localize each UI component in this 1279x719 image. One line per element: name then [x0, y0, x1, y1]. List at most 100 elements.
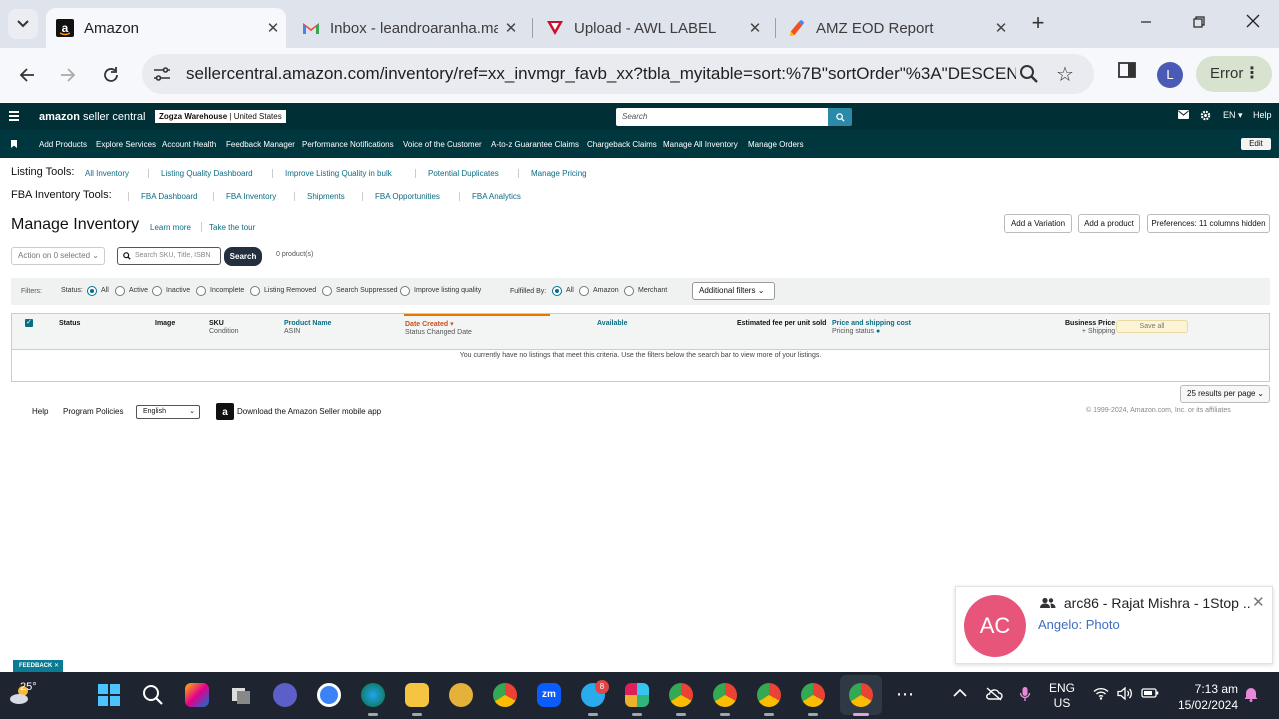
chrome-error-menu[interactable]: Error ⋮ — [1196, 56, 1272, 92]
close-window-button[interactable] — [1239, 10, 1267, 38]
link-listing-quality-dashboard[interactable]: Listing Quality Dashboard — [161, 169, 253, 178]
add-product-button[interactable]: Add a product — [1078, 214, 1140, 233]
status-incomplete-label[interactable]: Incomplete — [210, 287, 244, 294]
bookmark-icon[interactable] — [11, 140, 17, 148]
teams-meet-icon[interactable] — [273, 683, 297, 707]
forward-button[interactable] — [53, 60, 83, 90]
notification-bell-icon[interactable] — [1244, 686, 1258, 705]
volume-icon[interactable] — [1117, 686, 1133, 703]
tab-search-button[interactable] — [8, 9, 38, 39]
wifi-icon[interactable] — [1093, 687, 1109, 703]
edge-browser-icon[interactable] — [361, 683, 385, 707]
copilot-icon[interactable] — [185, 683, 209, 707]
site-settings-icon[interactable] — [152, 64, 172, 84]
nav-manage-all-inventory[interactable]: Manage All Inventory — [663, 140, 738, 149]
taskbar-search-button[interactable] — [141, 683, 165, 707]
file-explorer-icon[interactable] — [405, 683, 429, 707]
take-tour-link[interactable]: Take the tour — [209, 223, 255, 232]
mail-icon[interactable] — [1178, 110, 1189, 121]
url-text[interactable]: sellercentral.amazon.com/inventory/ref=x… — [186, 64, 1016, 84]
nav-manage-orders[interactable]: Manage Orders — [748, 140, 804, 149]
more-apps-icon[interactable]: ⋯ — [896, 684, 914, 705]
close-tab-icon[interactable]: ✕ — [742, 19, 768, 37]
side-panel-button[interactable] — [1117, 60, 1137, 85]
fulfilled-merchant-label[interactable]: Merchant — [638, 287, 667, 294]
nav-voice-of-customer[interactable]: Voice of the Customer — [403, 140, 482, 149]
fulfilled-merchant-radio[interactable] — [624, 286, 634, 296]
nav-chargeback-claims[interactable]: Chargeback Claims — [587, 140, 657, 149]
learn-more-link[interactable]: Learn more — [150, 223, 191, 232]
amazon-app-icon[interactable]: a — [216, 403, 234, 420]
store-selector[interactable]: Zogza Warehouse | United States — [155, 110, 286, 123]
status-listing-removed-label[interactable]: Listing Removed — [264, 287, 316, 294]
battery-icon[interactable] — [1141, 687, 1159, 702]
fulfilled-all-radio[interactable] — [552, 286, 562, 296]
info-icon[interactable]: ● — [876, 328, 880, 335]
language-indicator[interactable]: ENG US — [1049, 681, 1075, 711]
close-tab-icon[interactable]: ✕ — [260, 19, 286, 37]
mobile-app-link[interactable]: Download the Amazon Seller mobile app — [237, 407, 381, 416]
footer-help-link[interactable]: Help — [32, 407, 48, 416]
chrome-profile-icon[interactable] — [669, 683, 693, 707]
link-all-inventory[interactable]: All Inventory — [85, 169, 129, 178]
link-shipments[interactable]: Shipments — [307, 192, 345, 201]
app-icon[interactable] — [449, 683, 473, 707]
status-search-suppressed-label[interactable]: Search Suppressed — [336, 287, 397, 294]
profile-avatar[interactable]: L — [1157, 62, 1183, 88]
fulfilled-amazon-label[interactable]: Amazon — [593, 287, 619, 294]
hamburger-menu-icon[interactable] — [9, 111, 19, 121]
search-sku-input[interactable]: Search SKU, Title, ISBN — [117, 247, 221, 265]
start-button[interactable] — [97, 683, 121, 707]
link-improve-listing-quality[interactable]: Improve Listing Quality in bulk — [285, 169, 392, 178]
status-active-label[interactable]: Active — [129, 287, 148, 294]
status-improve-quality-radio[interactable] — [400, 286, 410, 296]
gear-icon[interactable] — [1200, 110, 1211, 123]
link-fba-analytics[interactable]: FBA Analytics — [472, 192, 521, 201]
seller-search-button[interactable] — [828, 108, 852, 126]
seller-central-logo[interactable]: amazon seller central — [39, 110, 165, 123]
preferences-button[interactable]: Preferences: 11 columns hidden — [1147, 214, 1270, 233]
results-per-page-select[interactable]: 25 results per page ⌄ — [1180, 385, 1270, 403]
close-tab-icon[interactable]: ✕ — [988, 19, 1014, 37]
zoom-icon[interactable] — [1018, 63, 1040, 85]
address-bar[interactable]: sellercentral.amazon.com/inventory/ref=x… — [142, 54, 1094, 94]
link-fba-inventory[interactable]: FBA Inventory — [226, 192, 276, 201]
col-sku[interactable]: SKU Condition — [209, 320, 239, 335]
clock[interactable]: 7:13 am 15/02/2024 — [1172, 681, 1238, 713]
bookmark-star-icon[interactable]: ☆ — [1056, 62, 1074, 87]
add-variation-button[interactable]: Add a Variation — [1004, 214, 1072, 233]
link-potential-duplicates[interactable]: Potential Duplicates — [428, 169, 499, 178]
cloud-offline-icon[interactable] — [985, 687, 1003, 704]
signal-icon[interactable] — [317, 683, 341, 707]
chrome-profile-icon[interactable] — [757, 683, 781, 707]
col-date-created[interactable]: Date Created ▾ Status Changed Date — [405, 320, 472, 336]
task-view-icon[interactable] — [229, 683, 253, 707]
status-all-radio[interactable] — [87, 286, 97, 296]
chrome-profile-icon[interactable] — [801, 683, 825, 707]
tab-amz-eod-report[interactable]: AMZ EOD Report ✕ — [778, 8, 1014, 48]
fulfilled-amazon-radio[interactable] — [579, 286, 589, 296]
seller-search-input[interactable]: Search — [616, 108, 828, 126]
minimize-button[interactable] — [1132, 10, 1160, 38]
close-tab-icon[interactable]: ✕ — [498, 19, 524, 37]
col-available[interactable]: Available — [597, 320, 627, 327]
tab-awl-label[interactable]: Upload - AWL LABEL ✕ — [536, 8, 768, 48]
close-notification-icon[interactable]: ✕ — [1252, 593, 1265, 611]
link-manage-pricing[interactable]: Manage Pricing — [531, 169, 587, 178]
reload-button[interactable] — [96, 60, 126, 90]
footer-language-select[interactable]: English ⌄ — [136, 405, 200, 419]
help-link[interactable]: Help — [1253, 110, 1272, 120]
slack-icon[interactable] — [625, 683, 649, 707]
col-status[interactable]: Status — [59, 320, 80, 327]
chrome-profile-icon[interactable] — [713, 683, 737, 707]
tab-gmail[interactable]: Inbox - leandroaranha.ma ✕ — [292, 8, 524, 48]
language-selector[interactable]: EN ▾ — [1223, 110, 1243, 121]
col-product-name[interactable]: Product Name ASIN — [284, 320, 331, 335]
select-all-checkbox[interactable]: ✓ — [25, 319, 33, 327]
chrome-icon[interactable] — [493, 683, 517, 707]
chat-notification[interactable]: AC arc86 - Rajat Mishra - 1Stop ... Ange… — [955, 586, 1273, 664]
new-tab-button[interactable]: + — [1026, 12, 1050, 36]
status-listing-removed-radio[interactable] — [250, 286, 260, 296]
status-incomplete-radio[interactable] — [196, 286, 206, 296]
save-all-button[interactable]: Save all — [1116, 320, 1188, 333]
